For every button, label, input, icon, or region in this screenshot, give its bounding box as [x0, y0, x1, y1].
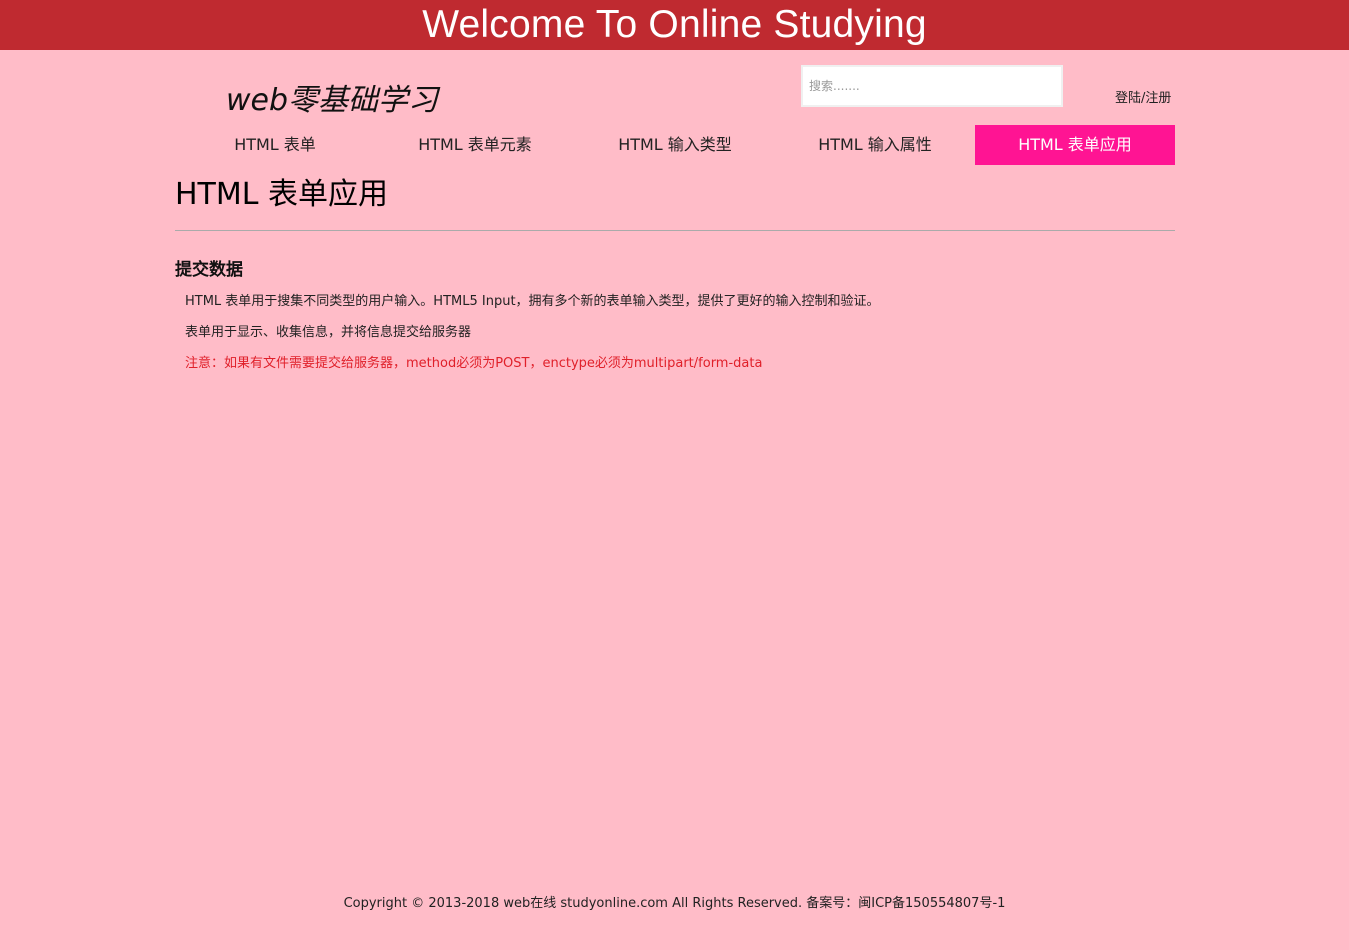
page-title: HTML 表单应用	[175, 177, 389, 212]
login-register-link[interactable]: 登陆/注册	[1115, 87, 1171, 106]
nav-item-form-elements[interactable]: HTML 表单元素	[375, 125, 575, 165]
footer-copyright: Copyright © 2013-2018 web在线 studyonline.…	[343, 896, 1006, 911]
section-heading: 提交数据	[175, 260, 243, 280]
site-logo-text[interactable]: web零基础学习	[226, 75, 438, 119]
intro-paragraph: HTML 表单用于搜集不同类型的用户输入。HTML5 Input，拥有多个新的表…	[185, 294, 880, 309]
site-banner: Welcome To Online Studying	[0, 0, 1349, 50]
nav-item-form-applications[interactable]: HTML 表单应用	[975, 125, 1175, 165]
nav-item-input-attributes[interactable]: HTML 输入属性	[775, 125, 975, 165]
nav-item-input-types[interactable]: HTML 输入类型	[575, 125, 775, 165]
nav-item-html-forms[interactable]: HTML 表单	[175, 125, 375, 165]
search-input[interactable]	[801, 65, 1063, 107]
note-paragraph: 注意：如果有文件需要提交给服务器，method必须为POST，enctype必须…	[185, 356, 763, 371]
purpose-paragraph: 表单用于显示、收集信息，并将信息提交给服务器	[185, 325, 472, 340]
content-divider	[175, 230, 1175, 231]
main-nav: HTML 表单 HTML 表单元素 HTML 输入类型 HTML 输入属性 HT…	[175, 125, 1175, 165]
